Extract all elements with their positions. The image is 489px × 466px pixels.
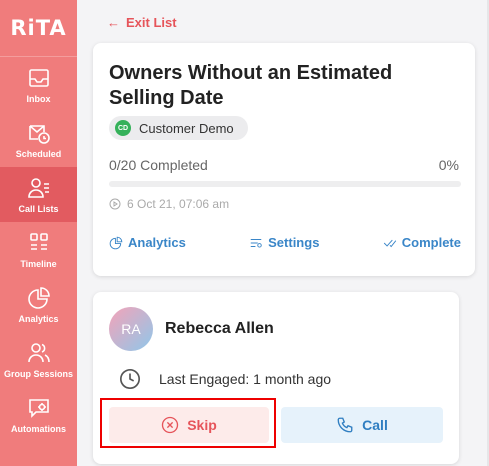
skip-label: Skip — [187, 417, 217, 433]
call-label: Call — [362, 417, 388, 433]
settings-button[interactable]: Settings — [249, 235, 319, 250]
last-engaged: Last Engaged: 1 month ago — [119, 368, 331, 390]
complete-label: Complete — [401, 235, 461, 250]
sidebar-item-label: Automations — [11, 423, 66, 434]
analytics-button[interactable]: Analytics — [109, 235, 186, 250]
inbox-icon — [28, 68, 49, 87]
contact-name: Rebecca Allen — [165, 320, 274, 337]
timeline-icon — [29, 232, 48, 250]
sidebar-item-timeline[interactable]: Timeline — [0, 222, 77, 277]
list-actions: Analytics Settings Complete — [109, 235, 461, 250]
team-avatar: CD — [115, 120, 131, 136]
analytics-label: Analytics — [128, 235, 186, 250]
sidebar-item-label: Call Lists — [18, 203, 59, 214]
arrow-left-icon: ← — [107, 15, 120, 30]
sidebar: RiTA Inbox Scheduled Call Lists Timeline… — [0, 0, 77, 466]
progress-percent: 0% — [438, 157, 459, 173]
pie-chart-icon — [27, 286, 50, 309]
sidebar-item-label: Timeline — [20, 258, 57, 269]
exit-list-label: Exit List — [126, 15, 177, 30]
play-circle-icon — [109, 198, 121, 210]
main-content: ← Exit List Owners Without an Estimated … — [77, 0, 489, 466]
team-badge: CD Customer Demo — [109, 116, 248, 140]
settings-sliders-icon — [250, 238, 262, 248]
skip-button[interactable]: Skip — [109, 407, 269, 443]
list-date: 6 Oct 21, 07:06 am — [109, 197, 229, 211]
double-check-icon — [383, 239, 396, 247]
calendar-clock-icon — [28, 124, 50, 144]
sidebar-item-label: Group Sessions — [3, 368, 74, 379]
complete-button[interactable]: Complete — [383, 235, 461, 250]
last-engaged-text: Last Engaged: 1 month ago — [159, 371, 332, 387]
settings-label: Settings — [268, 235, 320, 250]
progress-text: 0/20 Completed — [109, 157, 208, 173]
pie-chart-icon — [109, 236, 123, 249]
phone-icon — [337, 417, 353, 433]
sidebar-item-automations[interactable]: Automations — [0, 387, 77, 442]
close-circle-icon — [162, 416, 179, 434]
sidebar-item-label: Analytics — [18, 313, 59, 324]
sidebar-item-scheduled[interactable]: Scheduled — [0, 112, 77, 167]
group-icon — [27, 342, 50, 362]
avatar: RA — [109, 307, 153, 351]
exit-list-link[interactable]: ← Exit List — [107, 15, 177, 30]
call-list-icon — [27, 177, 49, 198]
sidebar-item-label: Inbox — [26, 93, 51, 104]
app-logo[interactable]: RiTA — [0, 0, 77, 57]
sidebar-item-analytics[interactable]: Analytics — [0, 277, 77, 332]
team-badge-label: Customer Demo — [139, 120, 234, 136]
call-button[interactable]: Call — [281, 407, 443, 443]
sidebar-item-inbox[interactable]: Inbox — [0, 57, 77, 112]
sidebar-item-label: Scheduled — [15, 148, 62, 159]
list-date-text: 6 Oct 21, 07:06 am — [127, 197, 230, 211]
sidebar-item-call-lists[interactable]: Call Lists — [0, 167, 77, 222]
progress-bar — [109, 181, 461, 187]
call-list-card: Owners Without an Estimated Selling Date… — [93, 43, 475, 276]
call-list-title: Owners Without an Estimated Selling Date — [109, 62, 393, 109]
clock-icon — [120, 369, 140, 389]
sidebar-item-group-sessions[interactable]: Group Sessions — [0, 332, 77, 387]
contact-card: RA Rebecca Allen Last Engaged: 1 month a… — [93, 292, 459, 464]
automation-icon — [28, 398, 49, 418]
